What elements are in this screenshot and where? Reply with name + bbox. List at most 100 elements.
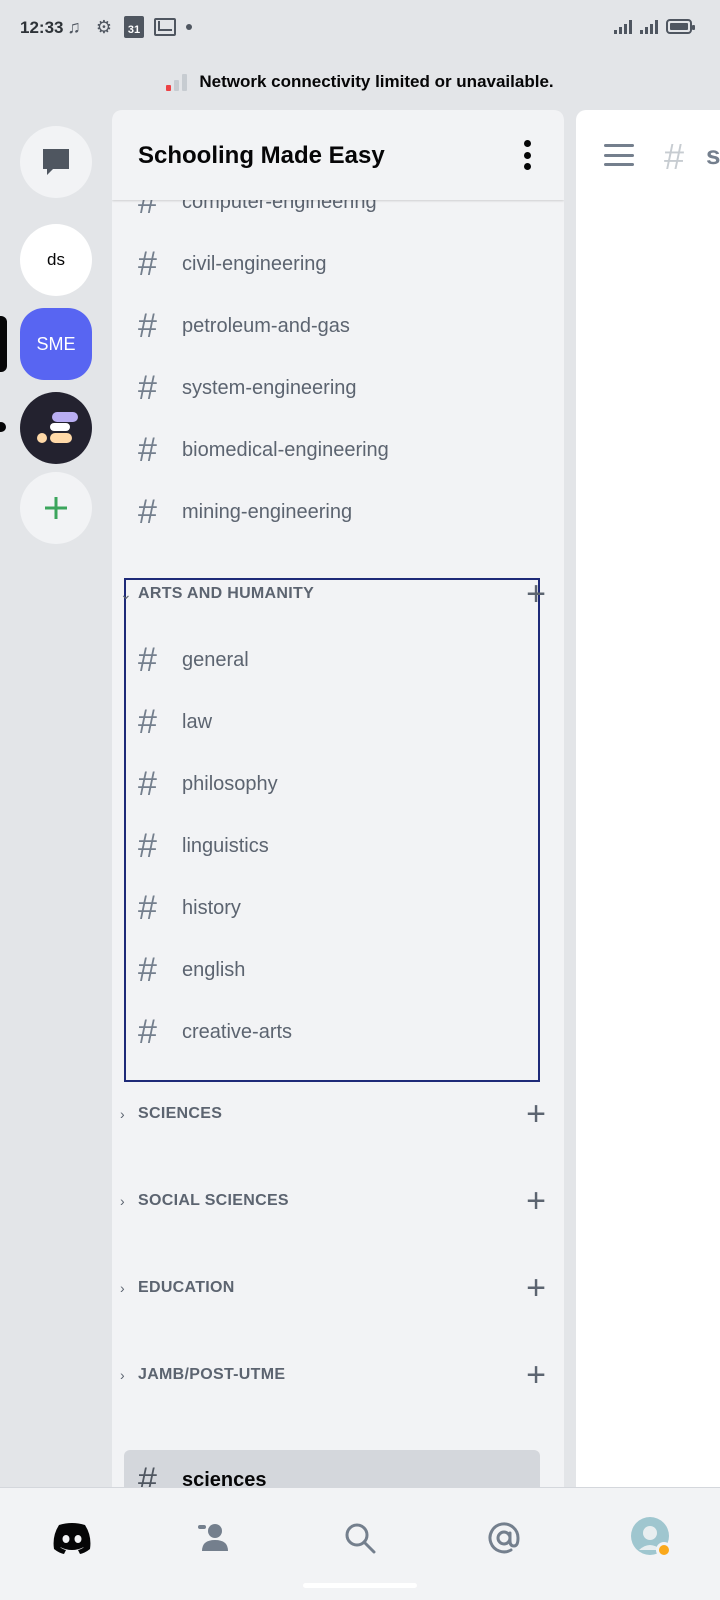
friends-icon[interactable] <box>185 1510 245 1566</box>
hash-icon: # <box>138 245 157 283</box>
category-education[interactable]: › EDUCATION + <box>112 1260 564 1316</box>
channel-item[interactable]: # law <box>112 694 564 750</box>
category-name: JAMB/POST-UTME <box>138 1366 286 1383</box>
active-server-indicator <box>0 316 7 372</box>
chat-bubble-icon <box>43 149 69 175</box>
dot-icon <box>186 24 192 30</box>
gmail-icon <box>154 18 176 36</box>
channel-name: civil-engineering <box>182 252 327 275</box>
server-header[interactable]: Schooling Made Easy <box>112 110 564 200</box>
add-channel-icon[interactable]: + <box>526 577 546 611</box>
hash-icon: # <box>138 641 157 679</box>
channel-name: biomedical-engineering <box>182 438 389 461</box>
channel-item[interactable]: # general <box>112 632 564 688</box>
unread-indicator <box>0 422 6 432</box>
add-channel-icon[interactable]: + <box>526 1271 546 1305</box>
channel-name: system-engineering <box>182 376 357 399</box>
status-time: 12:33 <box>20 18 64 37</box>
plus-icon <box>45 497 67 519</box>
chevron-right-icon: › <box>120 1280 125 1296</box>
channel-panel: Schooling Made Easy # computer-engineeri… <box>112 110 564 1490</box>
hash-icon: # <box>138 369 157 407</box>
category-arts-and-humanity[interactable]: ⌄ ARTS AND HUMANITY + <box>112 566 564 622</box>
hash-icon: # <box>138 431 157 469</box>
category-name: SOCIAL SCIENCES <box>138 1192 289 1209</box>
add-channel-icon[interactable]: + <box>526 1097 546 1131</box>
status-bar: 12:33 ♫ ⚙ 31 <box>0 0 720 58</box>
category-name: ARTS AND HUMANITY <box>138 585 315 602</box>
signal-icon <box>614 18 632 34</box>
gear-icon: ⚙ <box>95 16 113 37</box>
category-name: EDUCATION <box>138 1279 235 1296</box>
channel-item[interactable]: # mining-engineering <box>112 484 564 540</box>
discord-home-icon[interactable] <box>42 1510 102 1566</box>
hash-icon: # <box>664 136 685 177</box>
server-sme-label: SME <box>36 333 76 354</box>
calendar-icon: 31 <box>124 16 144 38</box>
hash-icon: # <box>138 765 157 803</box>
server-ds-label: ds <box>47 250 65 269</box>
network-banner-text: Network connectivity limited or unavaila… <box>199 72 554 91</box>
server-sme[interactable]: SME <box>20 308 92 380</box>
selected-channel[interactable]: # sciences <box>124 1450 540 1490</box>
channel-name: history <box>182 896 241 919</box>
chat-panel-peek[interactable]: # s <box>576 110 720 1490</box>
channel-name: law <box>182 710 213 733</box>
more-options-icon[interactable] <box>522 140 532 170</box>
add-channel-icon[interactable]: + <box>526 1358 546 1392</box>
channel-name: general <box>182 648 249 671</box>
profile-avatar[interactable] <box>622 1510 682 1566</box>
channel-name: petroleum-and-gas <box>182 314 350 337</box>
channel-name: english <box>182 958 246 981</box>
server-logo-icon <box>37 412 78 443</box>
channel-item[interactable]: # creative-arts <box>112 1004 564 1060</box>
hash-icon: # <box>138 703 157 741</box>
channel-item[interactable]: # linguistics <box>112 818 564 874</box>
direct-messages-button[interactable] <box>20 126 92 198</box>
signal-icon <box>640 18 658 34</box>
add-channel-icon[interactable]: + <box>526 1184 546 1218</box>
hash-icon: # <box>138 951 157 989</box>
channel-item[interactable]: # biomedical-engineering <box>112 422 564 478</box>
channel-name: mining-engineering <box>182 500 353 523</box>
category-name: SCIENCES <box>138 1105 223 1122</box>
chevron-down-icon: ⌄ <box>120 585 132 602</box>
channel-item[interactable]: # system-engineering <box>112 360 564 416</box>
gesture-home-bar[interactable] <box>303 1583 417 1588</box>
channel-item[interactable]: # civil-engineering <box>112 236 564 292</box>
channel-title-partial: s <box>706 140 720 170</box>
channel-item[interactable]: # petroleum-and-gas <box>112 298 564 354</box>
channel-name: linguistics <box>182 834 269 857</box>
category-social-sciences[interactable]: › SOCIAL SCIENCES + <box>112 1173 564 1229</box>
status-right-icons <box>614 18 695 34</box>
channel-item[interactable]: # history <box>112 880 564 936</box>
chevron-right-icon: › <box>120 1367 125 1383</box>
calendar-day: 31 <box>127 24 141 36</box>
channel-item[interactable]: # philosophy <box>112 756 564 812</box>
bottom-navigation <box>0 1487 720 1600</box>
status-icons: ♫ ⚙ 31 <box>64 16 192 38</box>
category-sciences[interactable]: › SCIENCES + <box>112 1086 564 1142</box>
battery-icon <box>666 19 695 34</box>
mentions-icon[interactable] <box>474 1510 534 1566</box>
music-note-icon: ♫ <box>67 16 81 37</box>
chevron-right-icon: › <box>120 1193 125 1209</box>
network-banner: Network connectivity limited or unavaila… <box>0 72 720 92</box>
channel-item[interactable]: # english <box>112 942 564 998</box>
category-jamb-post-utme[interactable]: › JAMB/POST-UTME + <box>112 1347 564 1403</box>
hash-icon: # <box>138 889 157 927</box>
hash-icon: # <box>138 1461 157 1490</box>
server-dark[interactable] <box>20 392 92 464</box>
hamburger-menu-icon[interactable] <box>604 144 634 166</box>
search-icon[interactable] <box>330 1510 390 1566</box>
server-name: Schooling Made Easy <box>138 142 385 169</box>
hash-icon: # <box>138 307 157 345</box>
hash-icon: # <box>138 827 157 865</box>
chevron-right-icon: › <box>120 1106 125 1122</box>
hash-icon: # <box>138 1013 157 1051</box>
server-ds[interactable]: ds <box>20 224 92 296</box>
channel-name: creative-arts <box>182 1020 293 1043</box>
hash-icon: # <box>138 493 157 531</box>
channel-name: philosophy <box>182 772 278 795</box>
add-server-button[interactable] <box>20 472 92 544</box>
